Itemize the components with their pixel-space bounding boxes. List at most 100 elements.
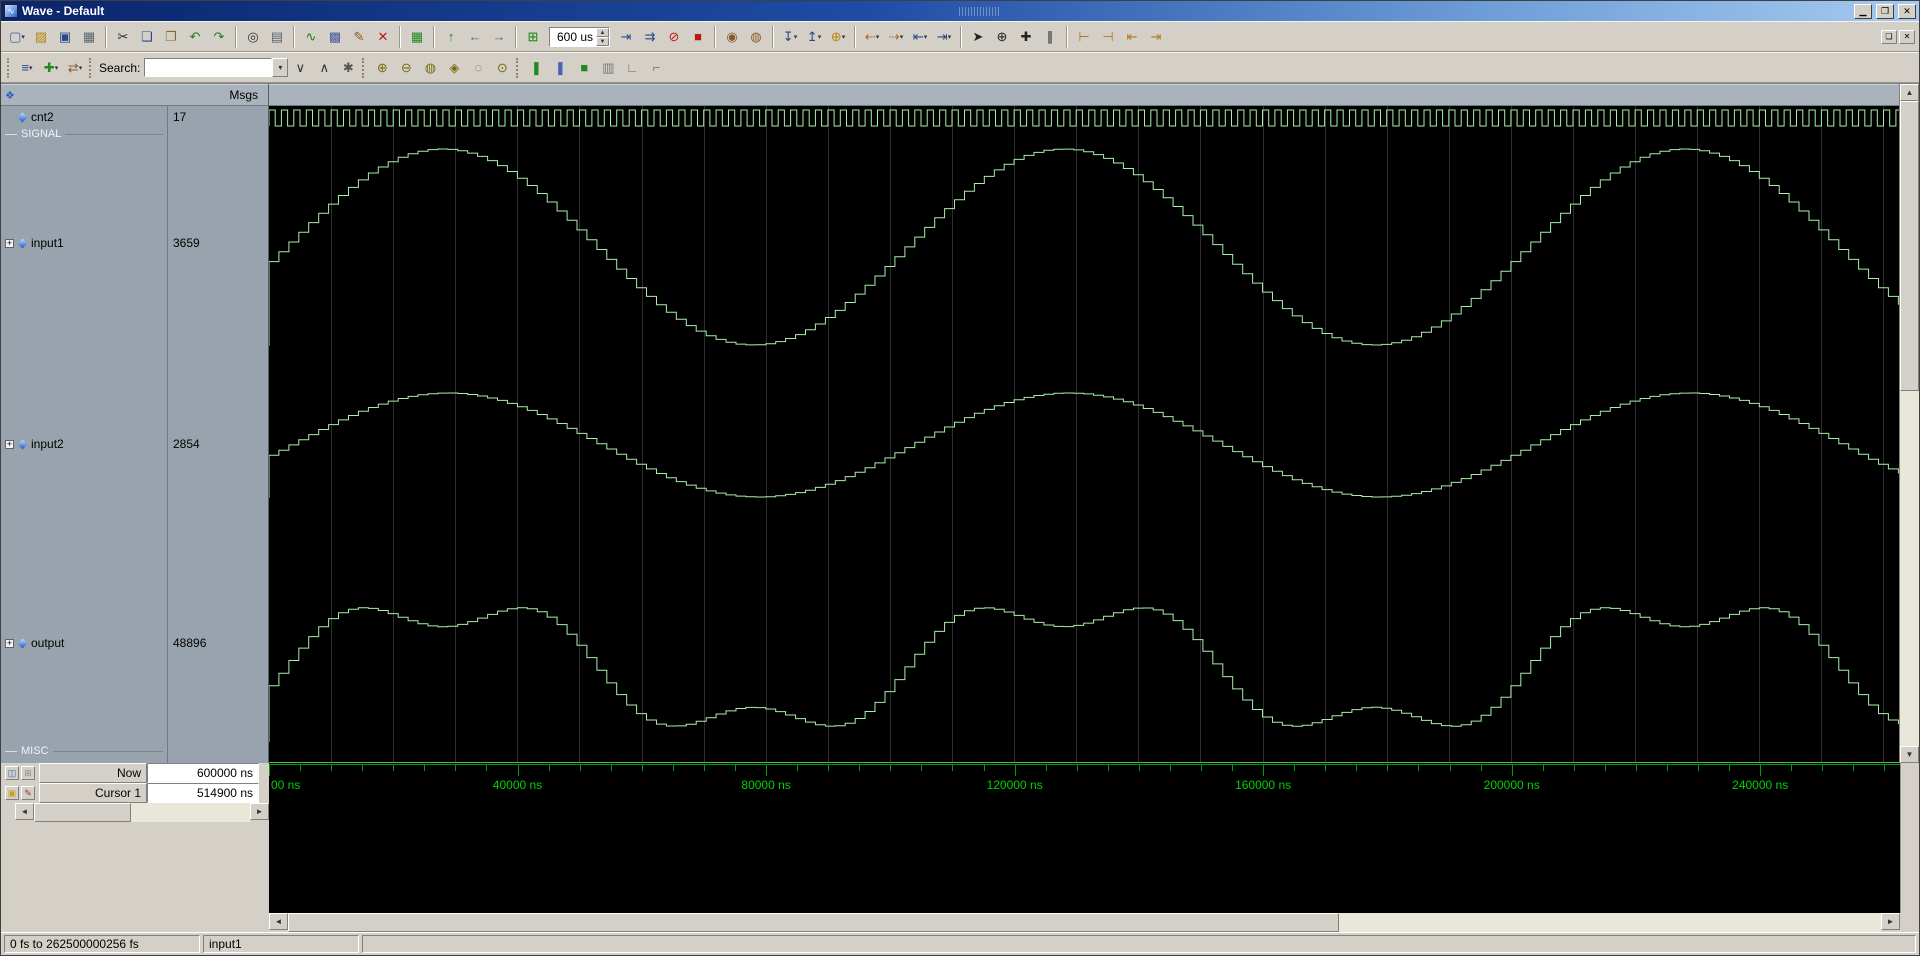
leaf-names-button[interactable]: ∟ [620,56,644,80]
delete-cursor-button[interactable]: ↥▾ [802,25,826,49]
expand-icon[interactable]: + [5,239,14,248]
next-falling-edge-button[interactable]: ⇥▾ [932,25,956,49]
new-button[interactable]: ▢▾ [5,25,29,49]
save-button[interactable]: ▣ [53,25,77,49]
add-cursor-button[interactable]: ◫ [5,766,19,780]
show-values-button[interactable]: ■ [572,56,596,80]
add-pane-button[interactable]: ✚▾ [39,56,63,80]
lock-cursor-dropdown-icon[interactable]: ▾ [842,33,846,41]
zoom-out-button[interactable]: ⊖ [394,56,418,80]
new-dropdown-icon[interactable]: ▾ [21,33,25,41]
restore-button[interactable]: ❐ [1876,4,1894,19]
delete-wave-button[interactable]: ✕ [371,25,395,49]
delete-cursor-button[interactable]: ✎ [21,786,35,800]
pane-layout-button[interactable]: ≡▾ [15,56,39,80]
wave-scroll-thumb[interactable] [288,913,1339,932]
spin-down-icon[interactable]: ▼ [596,37,609,46]
snap-left-button[interactable]: ⇤ [1120,25,1144,49]
open-button[interactable]: ▨ [29,25,53,49]
msgs-column-header[interactable]: Msgs [229,88,258,102]
cursor1-value[interactable]: 514900 ns [147,783,259,803]
copy-button[interactable]: ❏ [135,25,159,49]
forward-button[interactable]: → [487,25,511,49]
expand-icon[interactable]: + [5,440,14,449]
cut-button[interactable]: ✂ [111,25,135,49]
full-names-button[interactable]: ⌐ [644,56,668,80]
wave-scroll-track[interactable] [288,913,1881,932]
spin-up-icon[interactable]: ▲ [596,28,609,37]
justify-left-button[interactable]: ⊢ [1072,25,1096,49]
undo-button[interactable]: ↶ [183,25,207,49]
search-dropdown-button[interactable]: ▾ [272,58,288,77]
filter-button[interactable]: ▤ [265,25,289,49]
force-button[interactable]: ◍ [744,25,768,49]
zoom-cursor-button[interactable]: ◈ [442,56,466,80]
zoom-in-button[interactable]: ⊕ [370,56,394,80]
timeline-ruler[interactable]: 00 ns40000 ns80000 ns120000 ns160000 ns2… [269,763,1900,913]
search-down-button[interactable]: ∨ [288,56,312,80]
pan-mode-button[interactable]: ✚ [1014,25,1038,49]
add-wave-button[interactable]: ∿ [299,25,323,49]
wave-horizontal-scrollbar[interactable]: ◄ ► [269,913,1900,932]
back-button[interactable]: ← [463,25,487,49]
run-button[interactable]: ⇥ [614,25,638,49]
title-drag-grip[interactable] [959,7,999,16]
undock-pane-button[interactable]: ❏ [1881,30,1897,44]
signal-row-input2[interactable]: +input2 [5,436,165,452]
search-input[interactable] [144,58,272,77]
names-scroll-right-button[interactable]: ► [250,803,269,820]
show-waveforms-button[interactable]: ❚ [524,56,548,80]
show-grid-button[interactable]: ▦ [405,25,429,49]
minimize-button[interactable]: ▁ [1854,4,1872,19]
edit-cursor-button[interactable]: ▣ [5,786,19,800]
search-options-button[interactable]: ✱ [336,56,360,80]
swap-pane-button[interactable]: ⇄▾ [63,56,87,80]
prev-falling-edge-button[interactable]: ⇤▾ [908,25,932,49]
wave-scroll-right-button[interactable]: ► [1881,913,1900,930]
toolbar-grip[interactable] [7,58,10,78]
waveform-canvas[interactable]: 027FB027FB [269,106,1899,763]
restart-button[interactable]: ⊞ [521,25,545,49]
close-pane-button[interactable]: ✕ [1899,30,1915,44]
signal-row-output[interactable]: +output [5,635,165,651]
redo-button[interactable]: ↷ [207,25,231,49]
delete-cursor-dropdown-icon[interactable]: ▾ [818,33,822,41]
signal-row-cnt2[interactable]: cnt2 [5,109,165,125]
next-transition-button[interactable]: ⇢▾ [884,25,908,49]
snap-right-button[interactable]: ⇥ [1144,25,1168,49]
names-scroll-left-button[interactable]: ◄ [15,803,34,820]
swap-pane-dropdown-icon[interactable]: ▾ [79,64,83,72]
lock-cursor-button[interactable]: ⊕▾ [826,25,850,49]
go-up-button[interactable]: ↑ [439,25,463,49]
run-length-spinner[interactable]: ▲▼ [596,28,609,46]
zoom-range-button[interactable]: ◌ [466,56,490,80]
vertical-scroll-track[interactable] [1900,101,1919,746]
print-button[interactable]: ▦ [77,25,101,49]
next-falling-edge-dropdown-icon[interactable]: ▾ [948,33,952,41]
examine-button[interactable]: ◉ [720,25,744,49]
toolbar-grip[interactable] [516,58,519,78]
edit-mode-button[interactable]: ∥ [1038,25,1062,49]
toolbar-grip[interactable] [362,58,365,78]
run-length-input[interactable]: 600 us▲▼ [549,27,610,47]
wave-scroll-left-button[interactable]: ◄ [269,913,288,930]
pane-layout-dropdown-icon[interactable]: ▾ [29,64,33,72]
edit-wave-button[interactable]: ✎ [347,25,371,49]
prev-transition-button[interactable]: ⇠▾ [860,25,884,49]
cursor1-label[interactable]: Cursor 1 [39,783,147,803]
zoom-mode-button[interactable]: ⊕ [990,25,1014,49]
find-button[interactable]: ◎ [241,25,265,49]
prev-falling-edge-dropdown-icon[interactable]: ▾ [924,33,928,41]
toolbar-grip[interactable] [89,58,92,78]
select-mode-button[interactable]: ➤ [966,25,990,49]
show-names-button[interactable]: ❚ [548,56,572,80]
stop-button[interactable]: ■ [686,25,710,49]
close-button[interactable]: ✕ [1898,4,1916,19]
group-divider-misc[interactable]: MISC [5,743,163,759]
group-divider-signal[interactable]: SIGNAL [5,126,163,142]
names-scroll-track[interactable] [34,803,250,822]
justify-right-button[interactable]: ⊣ [1096,25,1120,49]
zoom-full-button[interactable]: ◍ [418,56,442,80]
paste-button[interactable]: ❐ [159,25,183,49]
search-up-button[interactable]: ∧ [312,56,336,80]
